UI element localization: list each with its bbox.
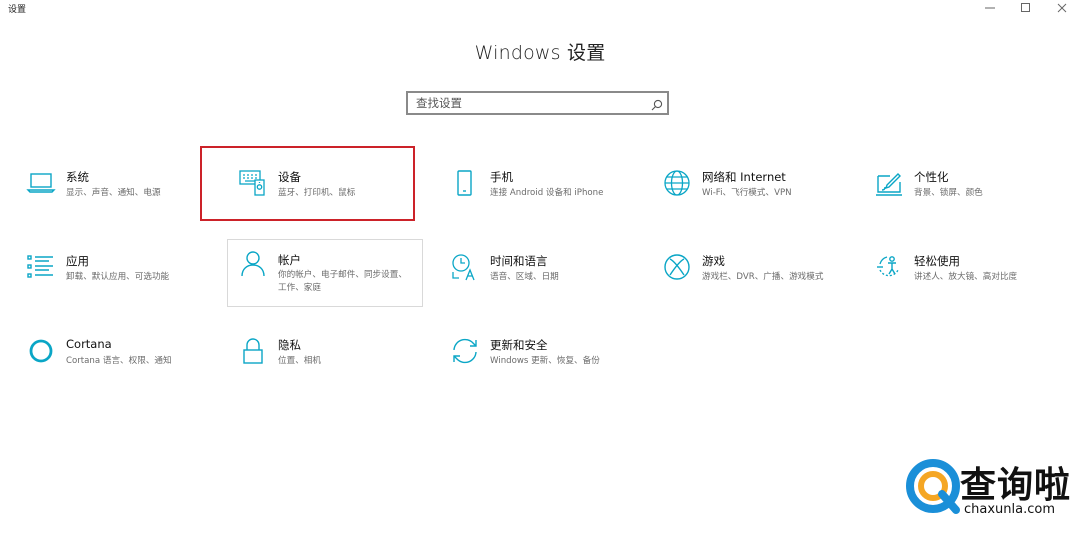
tile-name: 帐户 bbox=[278, 253, 301, 267]
tile-name: 更新和安全 bbox=[490, 338, 548, 352]
tile-name: 游戏 bbox=[702, 254, 725, 268]
tile-name: 轻松使用 bbox=[914, 254, 960, 268]
tile-apps[interactable]: 应用 卸载、默认应用、可选功能 bbox=[4, 234, 200, 302]
page-title: Windows 设置 bbox=[474, 42, 606, 64]
tile-name: 网络和 Internet bbox=[702, 170, 786, 184]
person-icon bbox=[238, 248, 268, 278]
tile-description: 语音、区域、日期 bbox=[490, 272, 559, 282]
tile-accounts[interactable]: 帐户 你的帐户、电子邮件、同步设置、工作、家庭 bbox=[227, 239, 423, 307]
minimize-icon bbox=[985, 7, 995, 9]
tile-name: Cortana bbox=[66, 337, 112, 351]
window-title: 设置 bbox=[8, 5, 27, 15]
phone-icon bbox=[450, 168, 480, 198]
time-language-icon bbox=[450, 252, 480, 282]
tile-name: 应用 bbox=[66, 254, 89, 268]
tile-name: 时间和语言 bbox=[490, 254, 548, 268]
tile-description: 你的帐户、电子邮件、同步设置、工作、家庭 bbox=[278, 270, 407, 293]
tile-phone[interactable]: 手机 连接 Android 设备和 iPhone bbox=[428, 150, 624, 218]
tile-description: 显示、声音、通知、电源 bbox=[66, 188, 161, 198]
tile-description: Wi-Fi、飞行模式、VPN bbox=[702, 188, 792, 198]
sync-icon bbox=[450, 336, 480, 366]
tile-description: 讲述人、放大镜、高对比度 bbox=[914, 272, 1018, 282]
close-button[interactable] bbox=[1044, 0, 1080, 16]
watermark: 查询啦 chaxunla.com bbox=[904, 456, 1074, 522]
maximize-button[interactable] bbox=[1008, 0, 1044, 16]
laptop-icon bbox=[26, 168, 56, 198]
tile-description: Windows 更新、恢复、备份 bbox=[490, 356, 600, 366]
cortana-icon bbox=[26, 336, 56, 366]
tile-name: 手机 bbox=[490, 170, 513, 184]
watermark-url: chaxunla.com bbox=[964, 502, 1055, 517]
search-icon[interactable] bbox=[651, 96, 663, 115]
xbox-icon bbox=[662, 252, 692, 282]
tile-personalization[interactable]: 个性化 背景、锁屏、颜色 bbox=[852, 150, 1048, 218]
title-bar: 设置 bbox=[0, 0, 1080, 16]
watermark-text: 查询啦 bbox=[960, 465, 1072, 506]
tile-ease-of-access[interactable]: 轻松使用 讲述人、放大镜、高对比度 bbox=[852, 234, 1048, 302]
tile-description: 位置、相机 bbox=[278, 356, 321, 366]
ease-of-access-icon bbox=[874, 252, 904, 282]
tile-description: 游戏栏、DVR、广播、游戏模式 bbox=[702, 272, 824, 282]
tile-network[interactable]: 网络和 Internet Wi-Fi、飞行模式、VPN bbox=[640, 150, 836, 218]
close-icon bbox=[1057, 3, 1067, 13]
watermark-logo-icon bbox=[906, 459, 960, 514]
tile-update-security[interactable]: 更新和安全 Windows 更新、恢复、备份 bbox=[428, 318, 624, 386]
tile-system[interactable]: 系统 显示、声音、通知、电源 bbox=[4, 150, 200, 218]
tile-description: 背景、锁屏、颜色 bbox=[914, 188, 983, 198]
tile-description: Cortana 语言、权限、通知 bbox=[66, 356, 172, 366]
tile-name: 系统 bbox=[66, 170, 89, 184]
tile-time-language[interactable]: 时间和语言 语音、区域、日期 bbox=[428, 234, 624, 302]
search-box[interactable] bbox=[406, 91, 669, 115]
apps-list-icon bbox=[26, 252, 56, 282]
tile-description: 连接 Android 设备和 iPhone bbox=[490, 188, 604, 198]
highlight-box bbox=[200, 146, 415, 221]
paint-icon bbox=[874, 168, 904, 198]
lock-icon bbox=[238, 336, 268, 366]
tile-description: 卸载、默认应用、可选功能 bbox=[66, 272, 170, 282]
tile-name: 个性化 bbox=[914, 170, 949, 184]
tile-gaming[interactable]: 游戏 游戏栏、DVR、广播、游戏模式 bbox=[640, 234, 836, 302]
globe-icon bbox=[662, 168, 692, 198]
tile-cortana[interactable]: Cortana Cortana 语言、权限、通知 bbox=[4, 318, 200, 386]
minimize-button[interactable] bbox=[972, 0, 1008, 16]
tile-privacy[interactable]: 隐私 位置、相机 bbox=[216, 318, 412, 386]
tile-name: 隐私 bbox=[278, 338, 301, 352]
maximize-icon bbox=[1021, 3, 1030, 12]
search-input[interactable] bbox=[416, 94, 646, 112]
